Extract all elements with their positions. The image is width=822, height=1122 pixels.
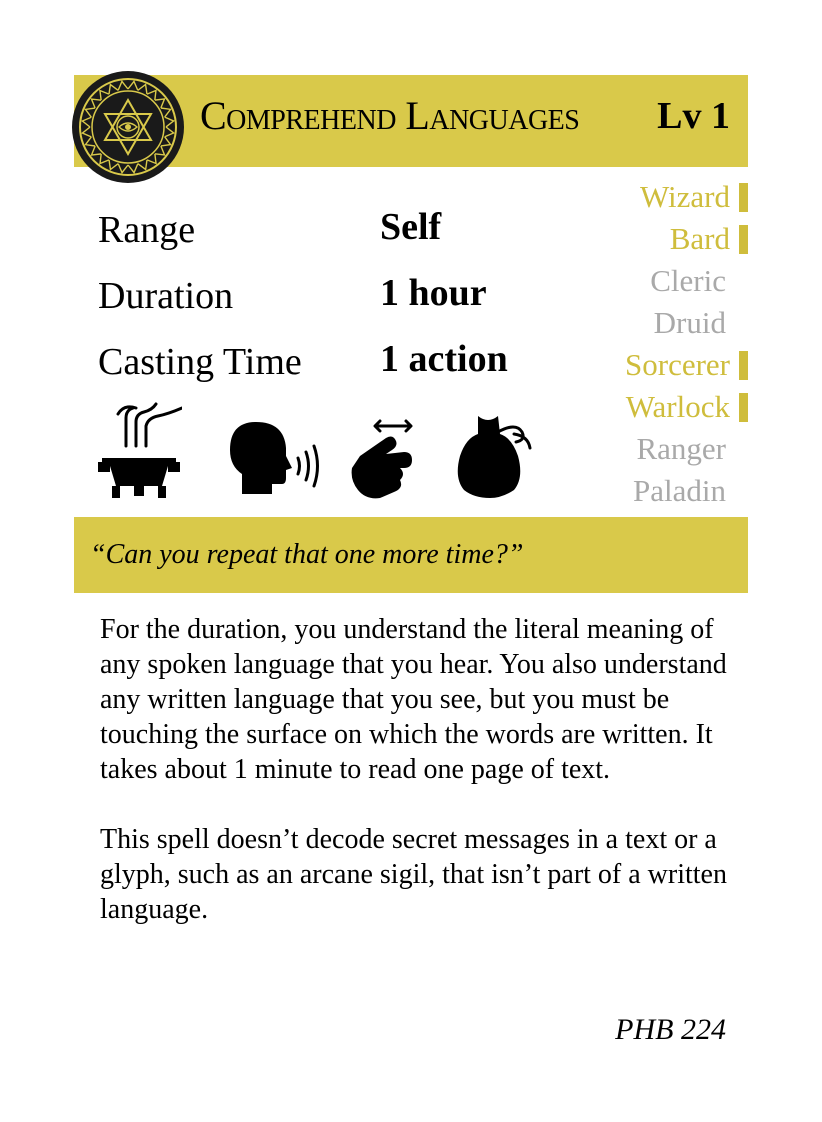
class-item-wizard: Wizard xyxy=(548,176,748,218)
description-paragraph: For the duration, you understand the lit… xyxy=(100,614,727,785)
class-name: Cleric xyxy=(650,263,726,298)
class-item-druid: Druid xyxy=(548,302,748,344)
class-item-bard: Bard xyxy=(548,218,748,260)
casting-time-value: 1 action xyxy=(380,338,508,380)
spell-name: Comprehend Languages xyxy=(200,93,580,138)
class-item-ranger: Ranger xyxy=(548,428,748,470)
class-name: Druid xyxy=(653,305,726,340)
class-marker xyxy=(739,224,748,254)
class-name: Ranger xyxy=(636,431,726,466)
class-name: Sorcerer xyxy=(625,347,730,382)
class-name: Paladin xyxy=(633,473,726,508)
class-marker xyxy=(739,182,748,212)
range-label: Range xyxy=(98,209,196,251)
casting-time-label: Casting Time xyxy=(98,341,302,383)
range-value: Self xyxy=(380,206,442,248)
duration-label: Duration xyxy=(98,275,234,317)
class-marker xyxy=(739,392,748,422)
spell-description: For the duration, you understand the lit… xyxy=(100,612,740,962)
class-list: Wizard Bard Cleric Druid Sorcerer Warloc… xyxy=(548,176,748,512)
class-name: Warlock xyxy=(625,389,730,424)
description-paragraph: This spell doesn’t decode secret message… xyxy=(100,824,727,925)
gesture-hand-icon xyxy=(351,419,413,499)
class-marker xyxy=(739,350,748,380)
class-name: Bard xyxy=(669,221,730,256)
class-item-paladin: Paladin xyxy=(548,470,748,512)
material-pouch-icon xyxy=(457,416,532,498)
class-item-cleric: Cleric xyxy=(548,260,748,302)
ritual-brazier-icon xyxy=(98,402,182,498)
source-reference: PHB 224 xyxy=(615,1013,726,1046)
spell-level: Lv 1 xyxy=(657,95,730,137)
flavor-quote: “Can you repeat that one more time?” xyxy=(90,539,524,570)
speaking-head-icon xyxy=(230,422,319,494)
class-item-sorcerer: Sorcerer xyxy=(548,344,748,386)
duration-value: 1 hour xyxy=(380,272,487,314)
class-name: Wizard xyxy=(640,179,730,214)
class-item-warlock: Warlock xyxy=(548,386,748,428)
divination-emblem-icon xyxy=(72,71,184,183)
